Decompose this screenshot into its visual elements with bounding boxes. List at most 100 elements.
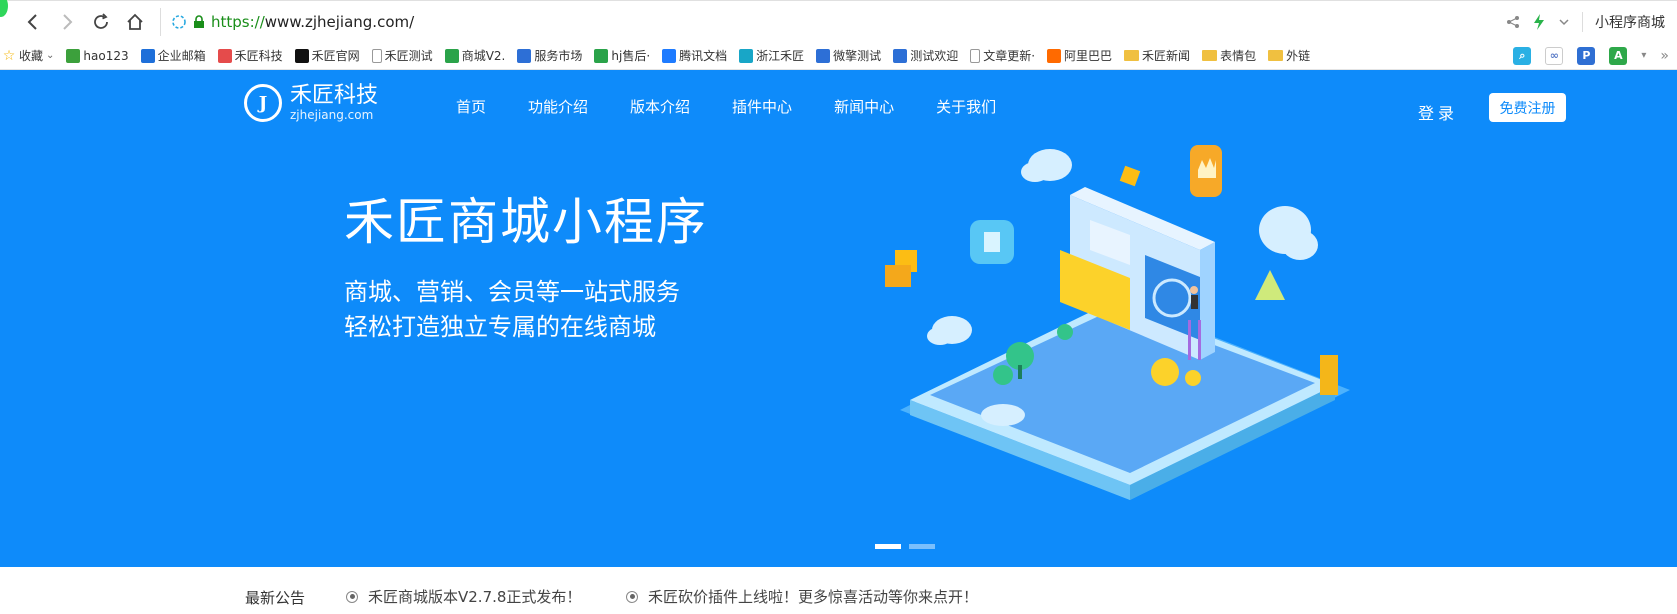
nav-item[interactable]: 新闻中心 — [834, 96, 894, 117]
register-button[interactable]: 免费注册 — [1489, 93, 1566, 122]
windows-icon — [217, 48, 232, 63]
bookmark-item[interactable]: 浙江禾匠 — [739, 47, 804, 64]
link-extension-icon[interactable]: ∞ — [1545, 46, 1564, 65]
hero-subtitle-line: 轻松打造独立专属的在线商城 — [344, 313, 656, 341]
more-icon[interactable]: » — [1660, 48, 1669, 64]
bookmark-item[interactable]: 阿里巴巴 — [1047, 47, 1112, 64]
bookmark-item[interactable]: 腾讯文档 — [662, 47, 727, 64]
chevron-down-icon[interactable]: ⌄ — [46, 50, 54, 61]
chevron-left-icon — [27, 13, 37, 30]
hao123-icon — [66, 48, 81, 63]
home-icon — [127, 13, 143, 30]
bookmark-item[interactable]: 外链 — [1268, 47, 1310, 64]
browser-corner-icon — [0, 0, 8, 17]
leaf-icon — [594, 48, 609, 63]
m-icon — [893, 48, 908, 63]
logo-mark-icon: J — [244, 84, 282, 122]
hero-illustration — [885, 145, 1350, 500]
search-extension-icon[interactable]: ⌕ — [1513, 46, 1532, 65]
chevron-down-icon[interactable] — [1558, 16, 1570, 28]
p-extension-icon[interactable]: P — [1577, 46, 1596, 65]
bookmark-item[interactable]: 测试欢迎 — [893, 47, 958, 64]
bookmark-item[interactable]: 微擎测试 — [816, 47, 881, 64]
search-box[interactable]: 小程序商城 — [1595, 12, 1665, 32]
page-icon — [371, 48, 382, 63]
forward-button[interactable] — [50, 5, 84, 39]
gift-box-icon — [970, 220, 1014, 264]
bookmark-label: 微擎测试 — [833, 49, 882, 63]
hero-banner: J 禾匠科技 zjhejiang.com 首页 功能介绍 版本介绍 插件中心 新闻中心 关… — [0, 70, 1677, 567]
bookmark-label: 禾匠测试 — [384, 49, 433, 63]
leaf-icon — [444, 48, 459, 63]
share-icon[interactable] — [1506, 15, 1520, 29]
bookmark-item[interactable]: 禾匠测试 — [371, 47, 433, 64]
nav-item[interactable]: 功能介绍 — [528, 96, 588, 117]
nav-item[interactable]: 首页 — [456, 96, 486, 117]
bullet-icon — [346, 590, 358, 603]
alibaba-icon — [1047, 48, 1062, 63]
notice-bar: 最新公告 禾匠商城版本V2.7.8正式发布！ 禾匠砍价插件上线啦！更多惊喜活动等… — [0, 567, 1677, 614]
reload-button[interactable] — [84, 5, 118, 39]
url-field[interactable]: https://www.zjhejiang.com/ — [160, 7, 1506, 36]
divider — [1582, 11, 1583, 32]
folder-icon — [1124, 50, 1140, 61]
bookmark-label: 商城V2. — [461, 49, 506, 63]
bookmark-label: 表情包 — [1220, 49, 1257, 63]
address-bar: https://www.zjhejiang.com/ 小程序商城 — [0, 0, 1677, 42]
bookmark-label: 禾匠新闻 — [1142, 49, 1191, 63]
bookmark-item[interactable]: 服务市场 — [517, 47, 582, 64]
home-button[interactable] — [118, 5, 152, 39]
bookmark-item[interactable]: ☆ 收藏 ⌄ — [2, 47, 55, 64]
mail-icon — [140, 48, 155, 63]
bookmark-item[interactable]: hao123 — [66, 48, 129, 63]
bookmarks-bar: ☆ 收藏 ⌄ hao123 企业邮箱 禾匠科技 禾匠官网 禾匠测试 商城V2. 服务市场 hj售后·… — [0, 42, 1677, 70]
bookmark-item[interactable]: 禾匠科技 — [217, 47, 283, 64]
login-link[interactable]: 登录 — [1418, 100, 1458, 124]
folder-icon — [1202, 50, 1218, 61]
nav-item[interactable]: 版本介绍 — [630, 96, 690, 117]
notice-text: 禾匠砍价插件上线啦！更多惊喜活动等你来点开！ — [648, 588, 979, 606]
bookmark-item[interactable]: 表情包 — [1202, 47, 1256, 64]
bookmark-label: 文章更新· — [983, 49, 1036, 63]
nav-item[interactable]: 关于我们 — [936, 96, 996, 117]
bookmark-item[interactable]: hj售后· — [594, 47, 650, 64]
crown-badge-icon — [1190, 145, 1222, 197]
bookmark-item[interactable]: 商城V2. — [444, 47, 506, 64]
translate-extension-icon[interactable]: A — [1609, 46, 1628, 65]
lightning-icon[interactable] — [1532, 13, 1546, 30]
bookmark-label: 阿里巴巴 — [1064, 49, 1113, 63]
chevron-right-icon — [63, 13, 73, 30]
back-button[interactable] — [16, 5, 50, 39]
nav-item[interactable]: 插件中心 — [732, 96, 792, 117]
bookmark-label: hao123 — [83, 48, 129, 63]
hero-subtitle: 商城、营销、会员等一站式服务 轻松打造独立专属的在线商城 — [344, 275, 680, 345]
hero-subtitle-line: 商城、营销、会员等一站式服务 — [344, 278, 680, 306]
bookmark-item[interactable]: 文章更新· — [970, 47, 1035, 64]
bookmark-item[interactable]: 企业邮箱 — [140, 47, 206, 64]
folder-icon — [1268, 50, 1284, 61]
url-text: https://www.zjhejiang.com/ — [211, 12, 415, 31]
bird-icon — [739, 48, 754, 63]
notice-text: 禾匠商城版本V2.7.8正式发布！ — [368, 588, 582, 606]
bookmark-label: 外链 — [1286, 49, 1311, 63]
notice-label: 最新公告 — [245, 589, 306, 607]
carousel-dot[interactable] — [875, 544, 901, 549]
hejiang-icon — [294, 48, 309, 63]
logo-name: 禾匠科技 — [290, 83, 379, 108]
bookmark-label: 腾讯文档 — [679, 49, 728, 63]
star-icon: ☆ — [2, 47, 16, 64]
notice-item[interactable]: 禾匠商城版本V2.7.8正式发布！ — [346, 586, 581, 607]
notice-item[interactable]: 禾匠砍价插件上线啦！更多惊喜活动等你来点开！ — [626, 586, 978, 607]
chevron-down-icon[interactable]: ▾ — [1641, 50, 1646, 61]
reload-icon — [94, 12, 108, 29]
tencent-docs-icon — [662, 48, 677, 63]
bookmark-item[interactable]: 禾匠官网 — [294, 47, 360, 64]
main-nav: 首页 功能介绍 版本介绍 插件中心 新闻中心 关于我们 — [456, 96, 1038, 117]
bookmark-label: hj售后· — [611, 49, 651, 63]
carousel-dot[interactable] — [909, 544, 935, 549]
bookmark-label: 企业邮箱 — [157, 49, 206, 63]
bookmark-item[interactable]: 禾匠新闻 — [1124, 47, 1190, 64]
logo-domain: zjhejiang.com — [290, 108, 374, 122]
lock-icon — [194, 14, 204, 28]
site-logo[interactable]: J 禾匠科技 zjhejiang.com — [244, 84, 378, 122]
